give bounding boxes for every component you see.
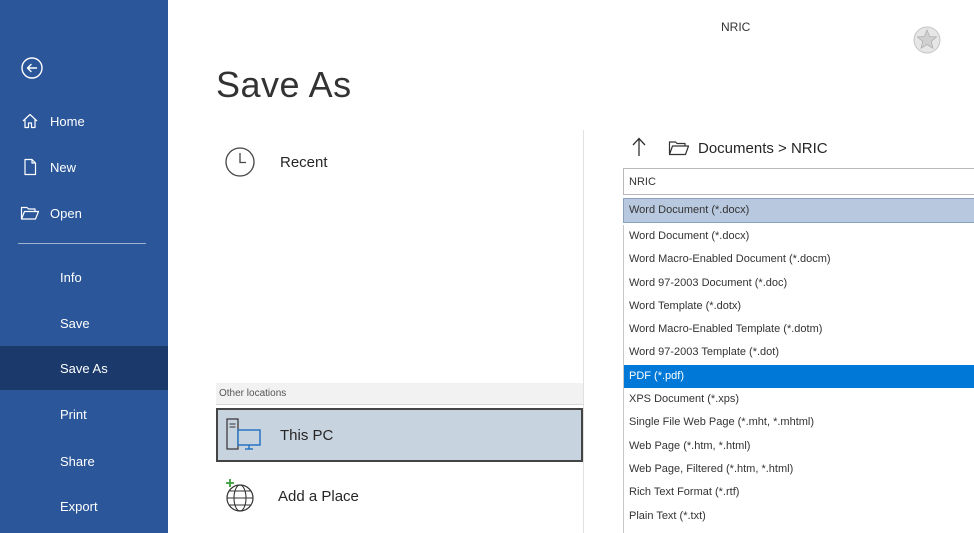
nav-export[interactable]: Export (0, 484, 168, 528)
nav-share[interactable]: Share (0, 439, 168, 483)
user-avatar-icon[interactable] (912, 25, 942, 55)
file-type-select[interactable]: Word Document (*.docx) (623, 198, 974, 223)
nav-new[interactable]: New (0, 145, 168, 189)
file-type-dropdown: Word Document (*.docx) Word Macro-Enable… (623, 225, 974, 533)
new-document-icon (18, 155, 42, 179)
nav-new-label: New (50, 159, 77, 175)
backstage-sidebar: Home New Open Info Save Save As Print Sh… (0, 0, 168, 533)
window-title: NRIC (721, 20, 751, 34)
nav-print[interactable]: Print (0, 392, 168, 436)
location-add-place[interactable]: Add a Place (216, 474, 583, 518)
nav-info-label: Info (60, 269, 82, 285)
filename-input[interactable] (623, 168, 974, 195)
file-type-option[interactable]: Word Macro-Enabled Document (*.docm) (624, 248, 974, 271)
location-add-place-label: Add a Place (278, 487, 359, 505)
location-recent-label: Recent (280, 153, 328, 171)
computer-icon (224, 415, 264, 455)
location-recent[interactable]: Recent (216, 140, 583, 184)
back-arrow-icon[interactable] (20, 56, 44, 80)
nav-home-label: Home (50, 113, 85, 129)
globe-add-icon (220, 476, 260, 516)
sidebar-divider (18, 243, 146, 244)
file-type-option[interactable]: Rich Text Format (*.rtf) (624, 481, 974, 504)
file-type-option-highlighted[interactable]: PDF (*.pdf) (624, 364, 974, 389)
nav-export-label: Export (60, 498, 98, 514)
nav-open-label: Open (50, 205, 82, 221)
file-type-option[interactable]: Single File Web Page (*.mht, *.mhtml) (624, 411, 974, 434)
nav-open[interactable]: Open (0, 191, 168, 235)
nav-save[interactable]: Save (0, 301, 168, 345)
file-type-option[interactable]: Web Page (*.htm, *.html) (624, 435, 974, 458)
file-type-option[interactable]: Word Template (*.dotx) (624, 295, 974, 318)
up-arrow-icon[interactable] (630, 136, 648, 158)
nav-save-label: Save (60, 315, 90, 331)
location-this-pc[interactable]: This PC (216, 408, 583, 462)
nav-save-as[interactable]: Save As (0, 346, 168, 390)
file-type-option[interactable]: Word 97-2003 Document (*.doc) (624, 272, 974, 295)
nav-info[interactable]: Info (0, 255, 168, 299)
file-type-option[interactable]: Plain Text (*.txt) (624, 505, 974, 528)
file-type-option[interactable]: Word 97-2003 Template (*.dot) (624, 341, 974, 364)
file-type-option[interactable]: Word Macro-Enabled Template (*.dotm) (624, 318, 974, 341)
file-type-option[interactable]: Web Page, Filtered (*.htm, *.html) (624, 458, 974, 481)
other-locations-header: Other locations (216, 383, 583, 405)
nav-print-label: Print (60, 406, 87, 422)
clock-icon (216, 140, 264, 184)
location-this-pc-label: This PC (280, 426, 334, 444)
file-type-option[interactable]: XPS Document (*.xps) (624, 388, 974, 411)
open-folder-icon (18, 201, 42, 225)
page-title: Save As (216, 64, 352, 105)
file-type-option[interactable]: Word Document (*.docx) (624, 225, 974, 248)
nav-home[interactable]: Home (0, 99, 168, 143)
folder-breadcrumb[interactable]: Documents > NRIC (698, 140, 828, 157)
column-divider (583, 130, 584, 533)
nav-share-label: Share (60, 453, 95, 469)
nav-save-as-label: Save As (60, 360, 108, 376)
folder-icon (668, 139, 690, 157)
home-icon (18, 109, 42, 133)
